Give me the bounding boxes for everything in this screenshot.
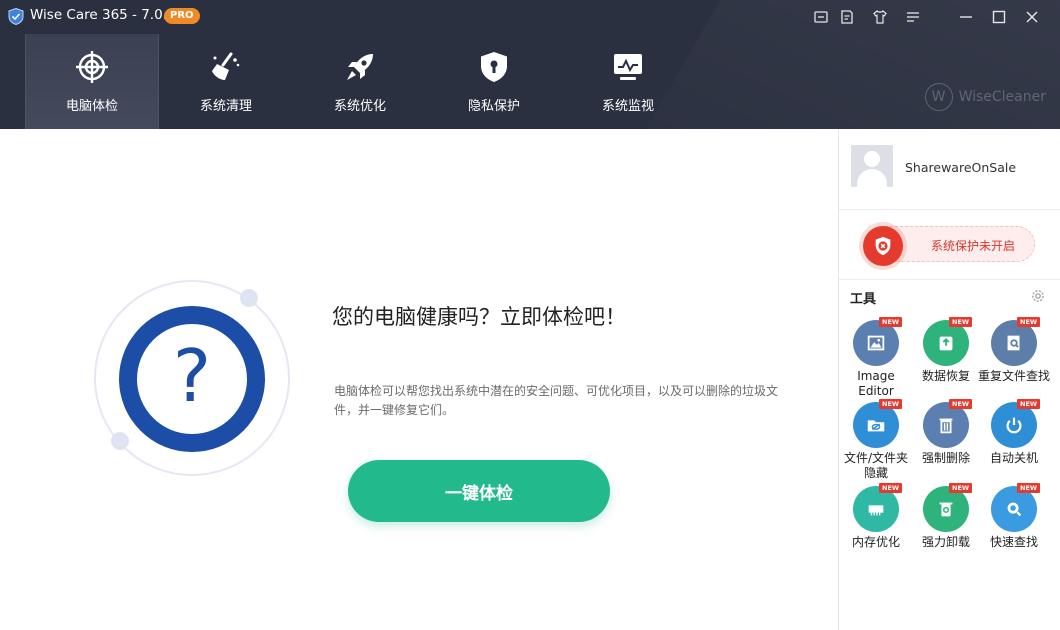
tool-label: Image Editor xyxy=(857,369,895,398)
question-mark: ? xyxy=(172,334,212,418)
tab-system-cleaner[interactable]: 系统清理 xyxy=(159,34,293,129)
wisecleaner-brand[interactable]: W WiseCleaner xyxy=(924,83,1046,111)
tool-label: 自动关机 xyxy=(989,451,1038,465)
main-panel: ? 您的电脑健康吗？立即体检吧！ 电脑体检可以帮您找出系统中潜在的安全问题、可优… xyxy=(0,129,838,630)
tool-label: 文件/文件夹隐藏 xyxy=(843,451,909,480)
brand-name: WiseCleaner xyxy=(958,89,1046,105)
shield-lock-icon xyxy=(481,52,507,82)
minimize-icon[interactable] xyxy=(953,6,979,28)
protection-status-text: 系统保护未开启 xyxy=(931,239,1016,253)
divider xyxy=(839,279,1060,280)
one-click-checkup-button[interactable]: 一键体检 xyxy=(348,460,610,522)
gear-icon[interactable] xyxy=(1031,289,1045,303)
shield-alert-icon xyxy=(863,226,903,266)
new-badge: NEW xyxy=(879,399,903,409)
main-nav: 电脑体检 系统清理 系统优化 隐私保护 系统监视 xyxy=(25,34,695,129)
orbit-dot xyxy=(111,432,129,450)
nav-label: 系统监视 xyxy=(601,99,654,114)
new-badge: NEW xyxy=(879,317,903,327)
menu-icon[interactable] xyxy=(900,6,926,28)
new-badge: NEW xyxy=(1017,399,1041,409)
tool-label: 强力卸载 xyxy=(921,535,970,549)
close-icon[interactable] xyxy=(1019,6,1045,28)
right-sidebar: SharewareOnSale 系统保护未开启 工具 NEW Image Edi… xyxy=(838,129,1060,630)
new-badge: NEW xyxy=(879,483,903,493)
nav-label: 隐私保护 xyxy=(467,99,520,114)
tool-label: 内存优化 xyxy=(851,535,900,549)
new-badge: NEW xyxy=(949,483,973,493)
question-inner: ? xyxy=(137,324,247,434)
wisecleaner-logo-icon: W xyxy=(924,83,953,111)
monitor-icon xyxy=(614,54,642,80)
app-title: Wise Care 365 - 7.0.2 xyxy=(30,7,176,23)
checkup-description: 电脑体检可以帮您找出系统中潜在的安全问题、可优化项目，以及可以删除的垃圾文件，并… xyxy=(334,384,779,417)
maximize-icon[interactable] xyxy=(986,6,1012,28)
divider xyxy=(839,209,1060,210)
header: Wise Care 365 - 7.0.2 PRO 电脑体检 系统清理 系统优化… xyxy=(0,0,1060,129)
crosshair-icon xyxy=(76,51,108,83)
new-badge: NEW xyxy=(949,399,973,409)
skin-icon[interactable] xyxy=(867,6,893,28)
tool-label: 数据恢复 xyxy=(921,369,970,383)
tab-system-optimizer[interactable]: 系统优化 xyxy=(293,34,427,129)
broom-icon xyxy=(212,52,240,80)
nav-label: 系统优化 xyxy=(333,99,386,114)
title-bar: Wise Care 365 - 7.0.2 PRO xyxy=(0,0,1060,34)
tab-privacy-protector[interactable]: 隐私保护 xyxy=(427,34,561,129)
app-window: Wise Care 365 - 7.0.2 PRO 电脑体检 系统清理 系统优化… xyxy=(0,0,1060,630)
tab-pc-checkup[interactable]: 电脑体检 xyxy=(25,34,159,129)
feedback-icon[interactable] xyxy=(834,6,860,28)
tool-label: 强制删除 xyxy=(921,451,970,465)
rocket-icon xyxy=(347,54,373,80)
pro-badge: PRO xyxy=(164,8,200,24)
message-icon[interactable] xyxy=(808,6,834,28)
nav-label: 电脑体检 xyxy=(65,99,118,114)
app-logo-icon xyxy=(8,8,24,25)
user-name[interactable]: SharewareOnSale xyxy=(905,160,1016,175)
orbit-dot xyxy=(240,289,258,307)
new-badge: NEW xyxy=(1017,317,1041,327)
new-badge: NEW xyxy=(1017,483,1041,493)
tool-label: 快速查找 xyxy=(989,535,1038,549)
tool-label: 重复文件查找 xyxy=(978,369,1051,383)
tab-system-monitor[interactable]: 系统监视 xyxy=(561,34,695,129)
avatar[interactable] xyxy=(851,145,893,187)
nav-label: 系统清理 xyxy=(199,99,252,114)
checkup-title: 您的电脑健康吗？立即体检吧！ xyxy=(332,305,626,329)
new-badge: NEW xyxy=(949,317,973,327)
tools-heading: 工具 xyxy=(850,292,877,307)
